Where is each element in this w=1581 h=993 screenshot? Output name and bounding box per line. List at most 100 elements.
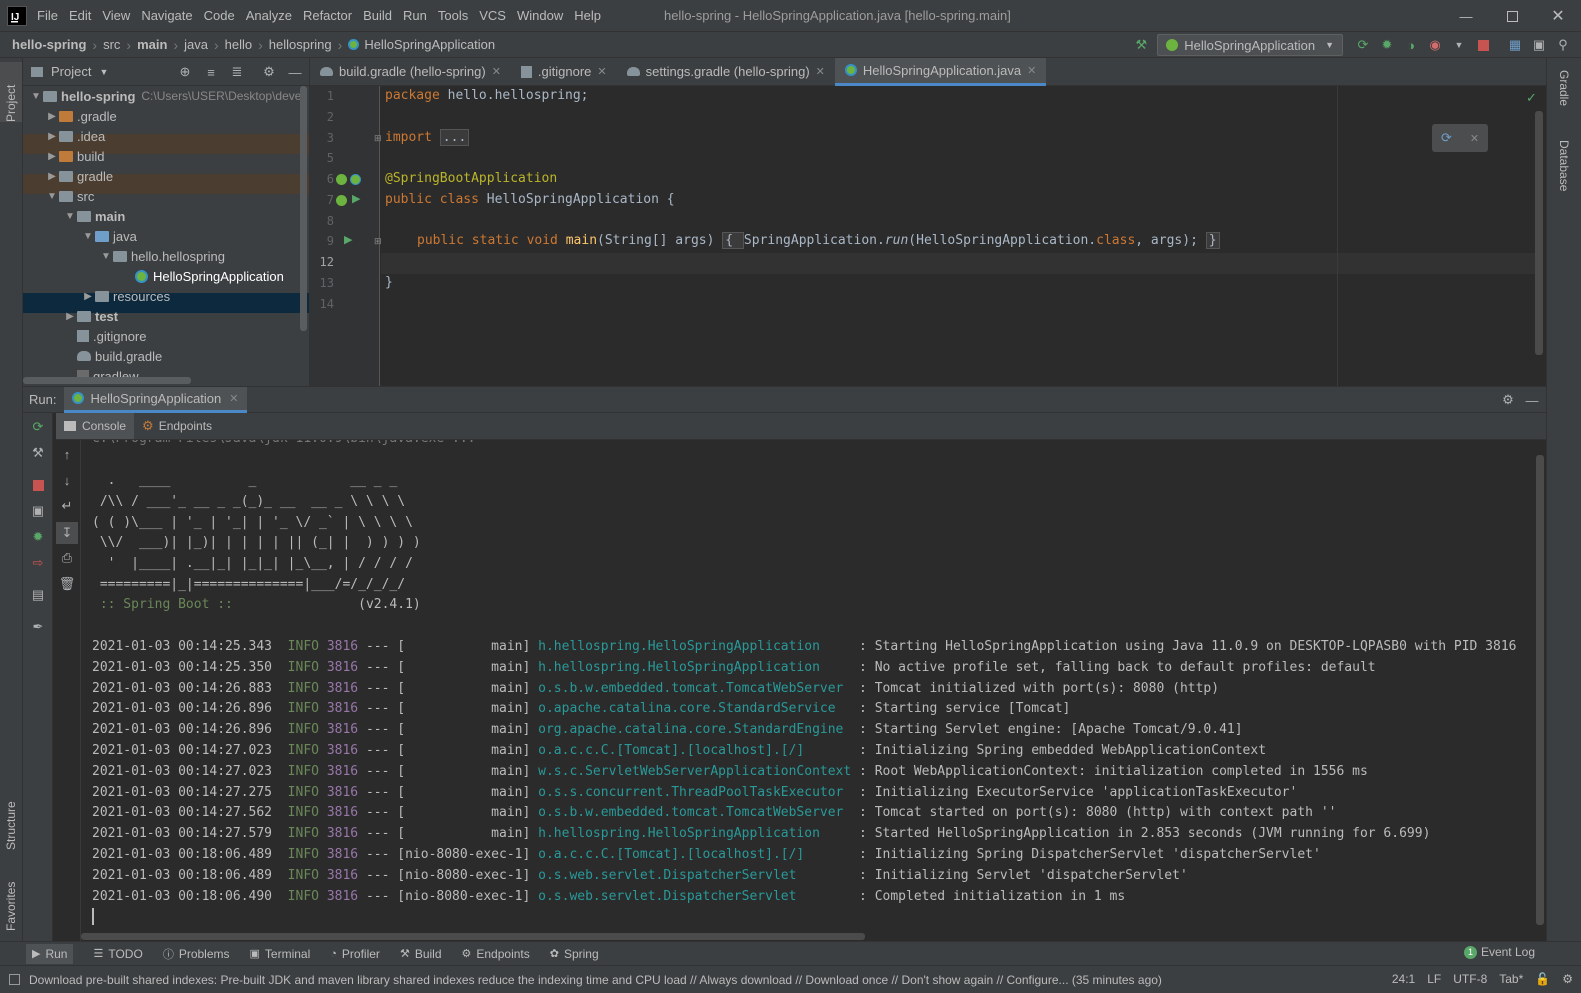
structure-tool-button[interactable]: Structure (0, 778, 22, 850)
tree-item-build-gradle[interactable]: build.gradle (63, 346, 162, 366)
gear-icon[interactable]: ⚙ (1500, 392, 1516, 408)
trash-icon[interactable]: 🗑 (59, 576, 76, 592)
minimize-button[interactable]: — (1443, 0, 1489, 32)
scroll-to-end-icon[interactable]: ↧ (56, 522, 78, 544)
gradle-tool-button[interactable]: Gradle (1551, 70, 1577, 130)
exit-icon[interactable]: ⇨ (30, 555, 46, 571)
coverage-icon[interactable]: ◑ (1403, 37, 1419, 53)
run-gutter-icon[interactable]: ▶ (344, 233, 352, 246)
menu-item-file[interactable]: File (37, 8, 58, 23)
gear-icon[interactable]: ⚙ (261, 64, 277, 80)
bottom-tab-problems[interactable]: ⓘ Problems (163, 946, 230, 962)
bottom-tab-run[interactable]: ▶ Run (26, 943, 74, 964)
tree-root[interactable]: ▼ hello-spring C:\Users\USER\Desktop\dev… (29, 86, 301, 106)
tree-item-resources[interactable]: ▶ resources (81, 286, 170, 306)
ide-window-icon[interactable]: ▣ (1531, 37, 1547, 53)
tab-hello-spring-application[interactable]: HelloSpringApplication.java ✕ (834, 57, 1047, 86)
hide-panel-icon[interactable]: — (1524, 392, 1540, 408)
debug-icon[interactable]: ✹ (1379, 37, 1395, 53)
layout-icon[interactable]: ▤ (30, 587, 46, 603)
caret-position[interactable]: 24:1 (1392, 972, 1415, 986)
editor-scrollbar[interactable] (1535, 111, 1543, 355)
file-encoding[interactable]: UTF-8 (1453, 972, 1487, 986)
rerun-icon[interactable]: ⟳ (30, 419, 46, 435)
tree-item-gitignore[interactable]: .gitignore (63, 326, 146, 346)
vertical-scrollbar[interactable] (300, 86, 307, 331)
build-hammer-icon[interactable]: ⚒ (1133, 37, 1149, 53)
menu-item-help[interactable]: Help (574, 8, 601, 23)
hide-panel-icon[interactable]: — (287, 64, 303, 80)
bottom-tab-todo[interactable]: ☰ TODO (93, 947, 142, 961)
debug-icon[interactable]: ✹ (30, 529, 46, 545)
pin-icon[interactable]: ✒ (30, 619, 46, 635)
menu-item-edit[interactable]: Edit (69, 8, 91, 23)
indent-setting[interactable]: Tab* (1499, 972, 1523, 986)
favorites-tool-button[interactable]: Favorites (0, 863, 22, 931)
expand-all-icon[interactable]: ≡ (203, 64, 219, 80)
menu-item-window[interactable]: Window (517, 8, 563, 23)
bottom-tab-terminal[interactable]: ▣ Terminal (250, 947, 311, 961)
console-output[interactable]: C:\Program Files\Java\jdk-11.0.9\bin\jav… (81, 440, 1546, 941)
bottom-tab-spring[interactable]: ✿ Spring (550, 947, 599, 961)
breadcrumb-item[interactable]: HelloSpringApplication (364, 37, 495, 52)
close-window-button[interactable]: ✕ (1535, 0, 1581, 32)
project-tool-button[interactable]: Project (0, 62, 22, 122)
scroll-up-icon[interactable]: ↑ (59, 446, 75, 462)
status-message[interactable]: Download pre-built shared indexes: Pre-b… (29, 973, 1162, 987)
run-tab[interactable]: HelloSpringApplication ✕ (64, 386, 247, 413)
tab-console[interactable]: Console (56, 413, 135, 439)
soft-wrap-icon[interactable]: ↵ (59, 498, 75, 514)
inspection-ok-icon[interactable]: ✓ (1526, 90, 1537, 106)
breadcrumb-item[interactable]: hello (225, 37, 252, 52)
breadcrumb-item[interactable]: hello-spring (12, 37, 86, 52)
breadcrumb-item[interactable]: src (103, 37, 120, 52)
close-tab-icon[interactable]: ✕ (229, 392, 238, 405)
project-view-selector[interactable]: Project (51, 64, 91, 79)
bottom-tab-endpoints[interactable]: ⚙ Endpoints (462, 947, 530, 961)
maximize-button[interactable] (1489, 0, 1535, 32)
search-icon[interactable]: ⚲ (1555, 37, 1571, 53)
tree-item-java[interactable]: ▼ java (81, 226, 137, 246)
scroll-down-icon[interactable]: ↓ (59, 472, 75, 488)
run-gutter-icon[interactable]: ▶ (352, 192, 360, 205)
tree-item-idea[interactable]: ▶ .idea (45, 126, 105, 146)
tab-gitignore[interactable]: .gitignore ✕ (511, 58, 617, 86)
inspector-icon[interactable]: ⚙ (1562, 972, 1573, 986)
stop-icon[interactable] (30, 477, 46, 493)
camera-icon[interactable]: ▣ (30, 503, 46, 519)
breadcrumb-item[interactable]: hellospring (269, 37, 332, 52)
console-horizontal-scrollbar[interactable] (81, 933, 865, 940)
tree-item-gradle-dir[interactable]: ▶ .gradle (45, 106, 117, 126)
line-separator[interactable]: LF (1427, 972, 1441, 986)
tab-settings-gradle[interactable]: settings.gradle (hello-spring) ✕ (617, 58, 835, 86)
tree-item-main[interactable]: ▼ main (63, 206, 125, 226)
status-bar-toggle-icon[interactable] (9, 974, 20, 985)
tree-item-package[interactable]: ▼ hello.hellospring (99, 246, 225, 266)
breadcrumb-item[interactable]: java (184, 37, 208, 52)
gradle-reload-popup[interactable]: ⟳ ✕ (1432, 124, 1488, 152)
menu-item-run[interactable]: Run (403, 8, 427, 23)
horizontal-scrollbar[interactable] (23, 377, 191, 384)
stop-icon[interactable] (1475, 37, 1491, 53)
run-config-selector[interactable]: HelloSpringApplication ▼ (1157, 34, 1343, 56)
tree-item-build[interactable]: ▶ build (45, 146, 104, 166)
fold-icon[interactable]: ⊞ (374, 236, 382, 247)
spring-bean-icon[interactable] (336, 174, 347, 185)
close-tab-icon[interactable]: ✕ (816, 65, 825, 78)
wrench-icon[interactable]: ⚒ (30, 445, 46, 461)
menu-item-tools[interactable]: Tools (438, 8, 468, 23)
collapse-all-icon[interactable]: ≣ (229, 64, 245, 80)
menu-item-refactor[interactable]: Refactor (303, 8, 352, 23)
tree-item-hello-spring-application[interactable]: HelloSpringApplication (135, 266, 284, 286)
import-fold[interactable]: ... (439, 129, 470, 146)
close-tab-icon[interactable]: ✕ (492, 65, 501, 78)
menu-item-navigate[interactable]: Navigate (141, 8, 192, 23)
tab-endpoints[interactable]: ⚙ Endpoints (134, 413, 220, 439)
tree-item-gradle[interactable]: ▶ gradle (45, 166, 113, 186)
breadcrumb-item[interactable]: main (137, 37, 167, 52)
spring-context-icon[interactable] (350, 174, 361, 185)
more-run-chevron-icon[interactable]: ▼ (1451, 37, 1467, 53)
bottom-tab-profiler[interactable]: ◔ Profiler (330, 947, 380, 961)
event-log-button[interactable]: 1 Event Log (1463, 945, 1535, 959)
lock-icon[interactable]: 🔓 (1535, 972, 1550, 986)
